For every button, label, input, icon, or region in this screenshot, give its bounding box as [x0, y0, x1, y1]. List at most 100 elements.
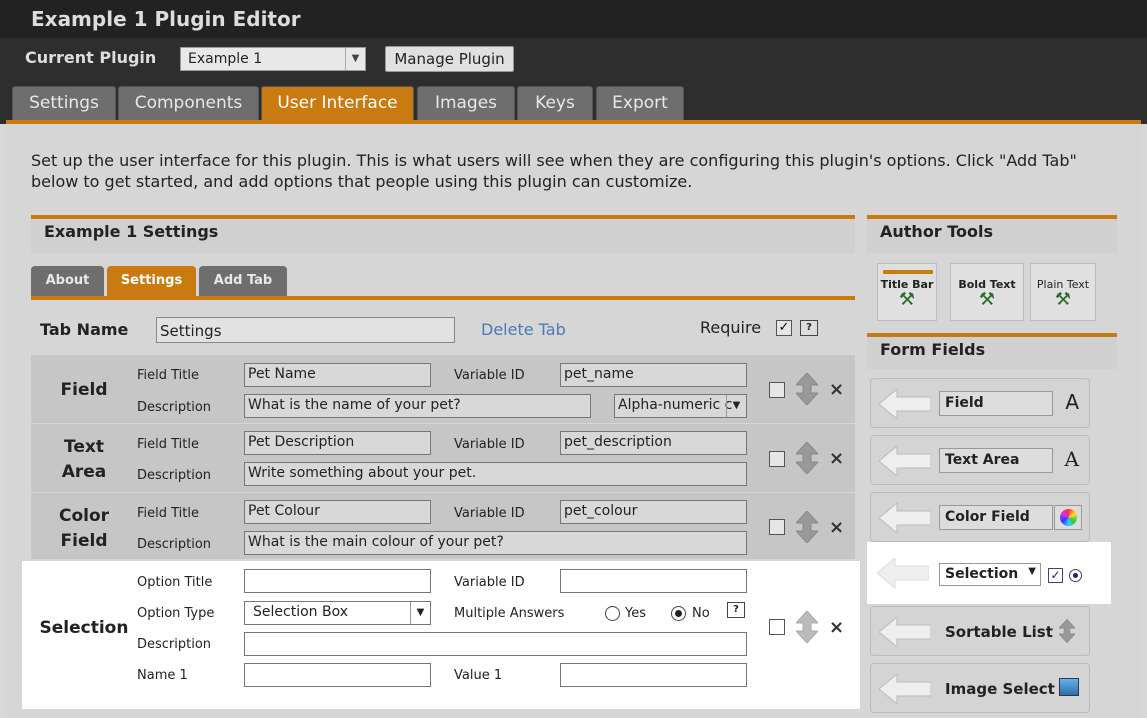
remove-field-button[interactable]: ×: [829, 448, 844, 469]
row-type-label: Color Field: [40, 504, 128, 554]
title-bar-tool[interactable]: Title Bar ⚒: [877, 263, 937, 321]
field-title-label: Field Title: [137, 506, 199, 521]
description-input[interactable]: What is the name of your pet?: [244, 394, 591, 418]
description-input[interactable]: What is the main colour of your pet?: [244, 531, 747, 555]
row-select-checkbox[interactable]: [769, 451, 785, 467]
validation-select[interactable]: Alpha-numeric c ▼: [614, 394, 747, 418]
move-updown-icon[interactable]: [796, 442, 818, 474]
description-input[interactable]: Write something about your pet.: [244, 462, 747, 486]
row-select-checkbox[interactable]: [769, 619, 785, 635]
field-title-label: Field Title: [137, 437, 199, 452]
row-type-line1: Color: [58, 506, 110, 526]
form-field-sortable-list[interactable]: Sortable List: [870, 606, 1090, 656]
form-field-field[interactable]: Field A: [870, 378, 1090, 428]
row-type-line2: Area: [61, 462, 107, 482]
manage-plugin-button[interactable]: Manage Plugin: [385, 46, 514, 72]
checkbox-icon: ✓: [1048, 568, 1063, 583]
row-select-checkbox[interactable]: [769, 519, 785, 535]
wrench-icon: ⚒: [978, 289, 996, 310]
chevron-down-icon: ▼: [726, 395, 746, 417]
move-updown-icon[interactable]: [796, 611, 818, 643]
variable-id-input[interactable]: [560, 569, 747, 593]
form-field-label: Sortable List: [945, 623, 1053, 641]
variable-id-label: Variable ID: [454, 575, 525, 590]
drag-arrow-icon: [877, 558, 929, 588]
intro-text: Set up the user interface for this plugi…: [31, 151, 1077, 191]
move-updown-icon[interactable]: [796, 511, 818, 543]
row-type-label: Field: [60, 380, 108, 400]
chevron-down-icon: ▼: [410, 602, 430, 624]
description-label: Description: [137, 400, 212, 415]
no-radio[interactable]: [671, 606, 686, 621]
tab-images[interactable]: Images: [417, 86, 515, 121]
remove-field-button[interactable]: ×: [829, 379, 844, 400]
help-icon[interactable]: ?: [727, 602, 745, 618]
plugin-select-value: Example 1: [188, 51, 263, 67]
font-a-icon: A: [1065, 390, 1079, 414]
description-label: Description: [137, 468, 212, 483]
variable-id-label: Variable ID: [454, 506, 525, 521]
plain-text-tool[interactable]: Plain Text ⚒: [1030, 263, 1096, 321]
tab-components[interactable]: Components: [118, 86, 259, 121]
option-type-value: Selection Box: [253, 604, 348, 620]
image-icon: [1059, 678, 1079, 696]
plugin-bar: [0, 38, 1147, 78]
yes-radio[interactable]: [605, 606, 620, 621]
form-fields-title: Form Fields: [880, 340, 986, 359]
description-label: Description: [137, 537, 212, 552]
drag-arrow-icon: [879, 446, 931, 476]
require-checkbox[interactable]: ✓: [776, 320, 792, 336]
updown-arrow-icon: [1059, 618, 1075, 644]
variable-id-input[interactable]: pet_colour: [560, 500, 747, 524]
remove-field-button[interactable]: ×: [829, 517, 844, 538]
field-title-input[interactable]: Pet Name: [244, 363, 431, 387]
multiple-answers-label: Multiple Answers: [454, 606, 565, 621]
subtab-settings[interactable]: Settings: [107, 266, 196, 296]
bold-text-tool[interactable]: Bold Text ⚒: [950, 263, 1024, 321]
require-label: Require: [700, 318, 762, 337]
validation-select-value: Alpha-numeric c: [618, 397, 733, 413]
tab-user-interface[interactable]: User Interface: [261, 86, 414, 121]
option-type-select[interactable]: Selection Box ▼: [244, 601, 431, 625]
move-updown-icon[interactable]: [796, 373, 818, 405]
field-title-label: Field Title: [137, 368, 199, 383]
form-field-text-area[interactable]: Text Area A: [870, 435, 1090, 485]
title-bar-stripe: [883, 270, 933, 274]
row-select-checkbox[interactable]: [769, 382, 785, 398]
delete-tab-link[interactable]: Delete Tab: [481, 320, 566, 339]
field-title-input[interactable]: Pet Description: [244, 431, 431, 455]
name-1-input[interactable]: [244, 663, 431, 687]
chevron-down-icon: ▼: [1028, 566, 1036, 577]
tab-export[interactable]: Export: [596, 86, 684, 121]
remove-field-button[interactable]: ×: [829, 617, 844, 638]
value-1-input[interactable]: [560, 663, 747, 687]
tab-name-label: Tab Name: [40, 320, 129, 339]
subtab-add-tab[interactable]: Add Tab: [199, 266, 287, 296]
variable-id-input[interactable]: pet_name: [560, 363, 747, 387]
settings-panel-title: Example 1 Settings: [44, 222, 219, 241]
plugin-select[interactable]: Example 1 ▼: [180, 47, 366, 71]
form-field-label: Field: [939, 391, 1053, 416]
value-1-label: Value 1: [454, 668, 503, 683]
option-title-input[interactable]: [244, 569, 431, 593]
tab-settings[interactable]: Settings: [12, 86, 116, 121]
form-field-selection[interactable]: Selection ▼ ✓: [867, 542, 1111, 604]
drag-arrow-icon: [879, 617, 931, 647]
drag-arrow-icon: [879, 674, 931, 704]
description-input[interactable]: [244, 632, 747, 656]
drag-arrow-icon: [879, 503, 931, 533]
tab-keys[interactable]: Keys: [517, 86, 593, 121]
form-field-label: Color Field: [939, 505, 1053, 530]
subtab-underline: [31, 296, 855, 300]
form-field-color-field[interactable]: Color Field: [870, 492, 1090, 542]
subtab-about[interactable]: About: [31, 266, 104, 296]
variable-id-input[interactable]: pet_description: [560, 431, 747, 455]
form-field-image-select[interactable]: Image Select: [870, 663, 1090, 713]
row-type-label: Text Area: [40, 435, 128, 485]
row-type-line2: Field: [60, 531, 108, 551]
help-icon[interactable]: ?: [800, 320, 818, 336]
tab-name-input[interactable]: Settings: [156, 317, 455, 343]
field-title-input[interactable]: Pet Colour: [244, 500, 431, 524]
font-a-outline-icon: A: [1064, 447, 1079, 471]
window-title: Example 1 Plugin Editor: [0, 0, 1147, 38]
